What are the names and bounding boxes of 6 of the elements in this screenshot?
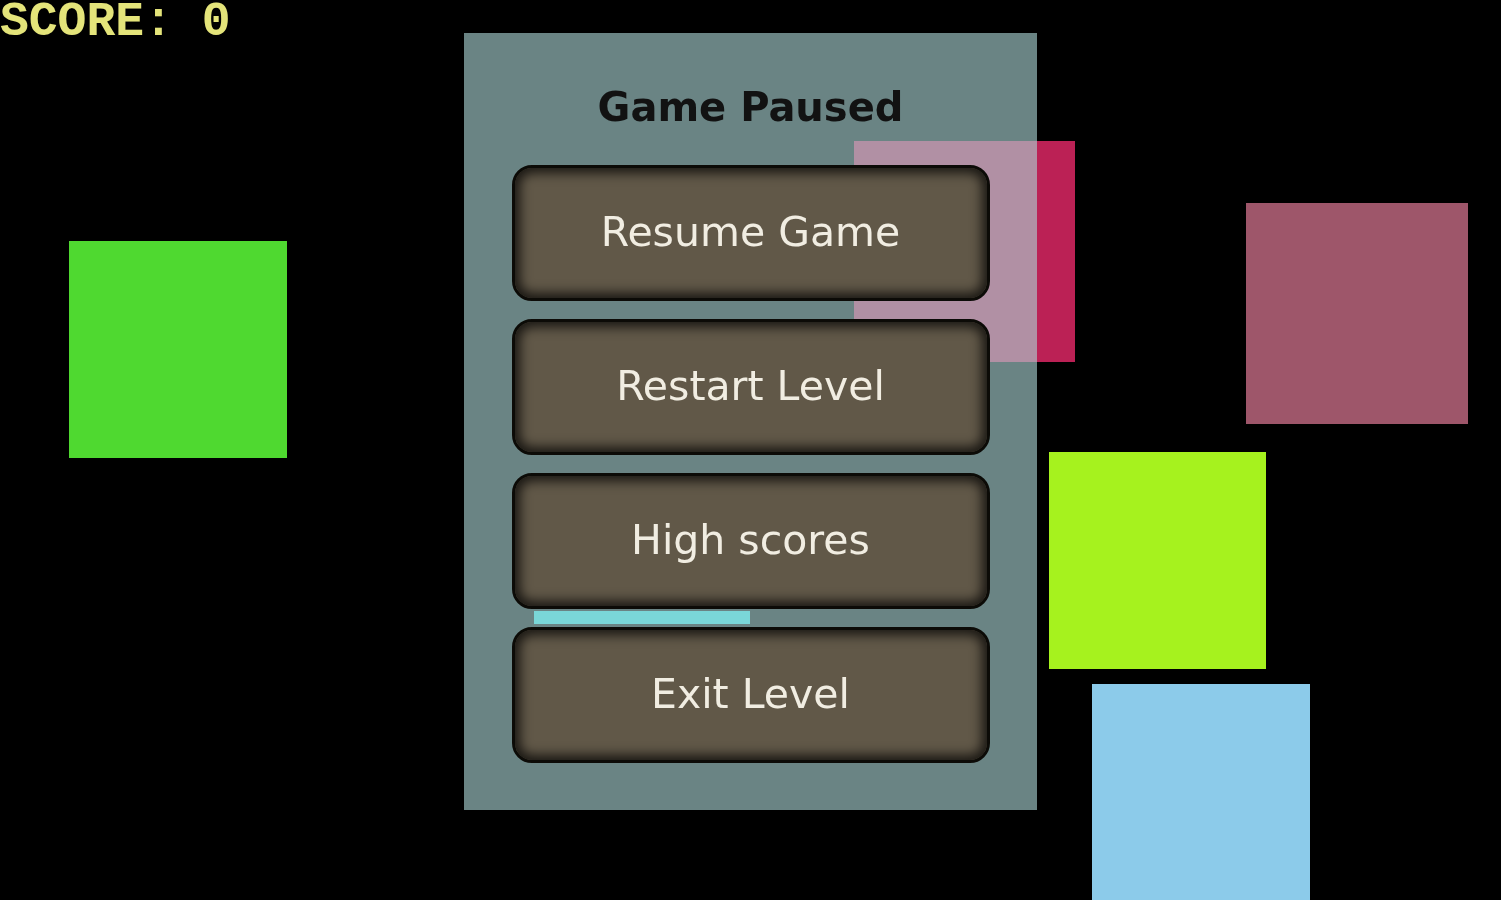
menu-button[interactable]: Restart Level	[511, 319, 990, 455]
menu-button[interactable]: High scores	[511, 473, 990, 609]
menu-button[interactable]: Resume Game	[511, 165, 990, 301]
menu-button[interactable]: Exit Level	[511, 627, 990, 763]
score-text: SCORE: 0	[0, 0, 231, 44]
panel-title: Game Paused	[597, 83, 904, 132]
